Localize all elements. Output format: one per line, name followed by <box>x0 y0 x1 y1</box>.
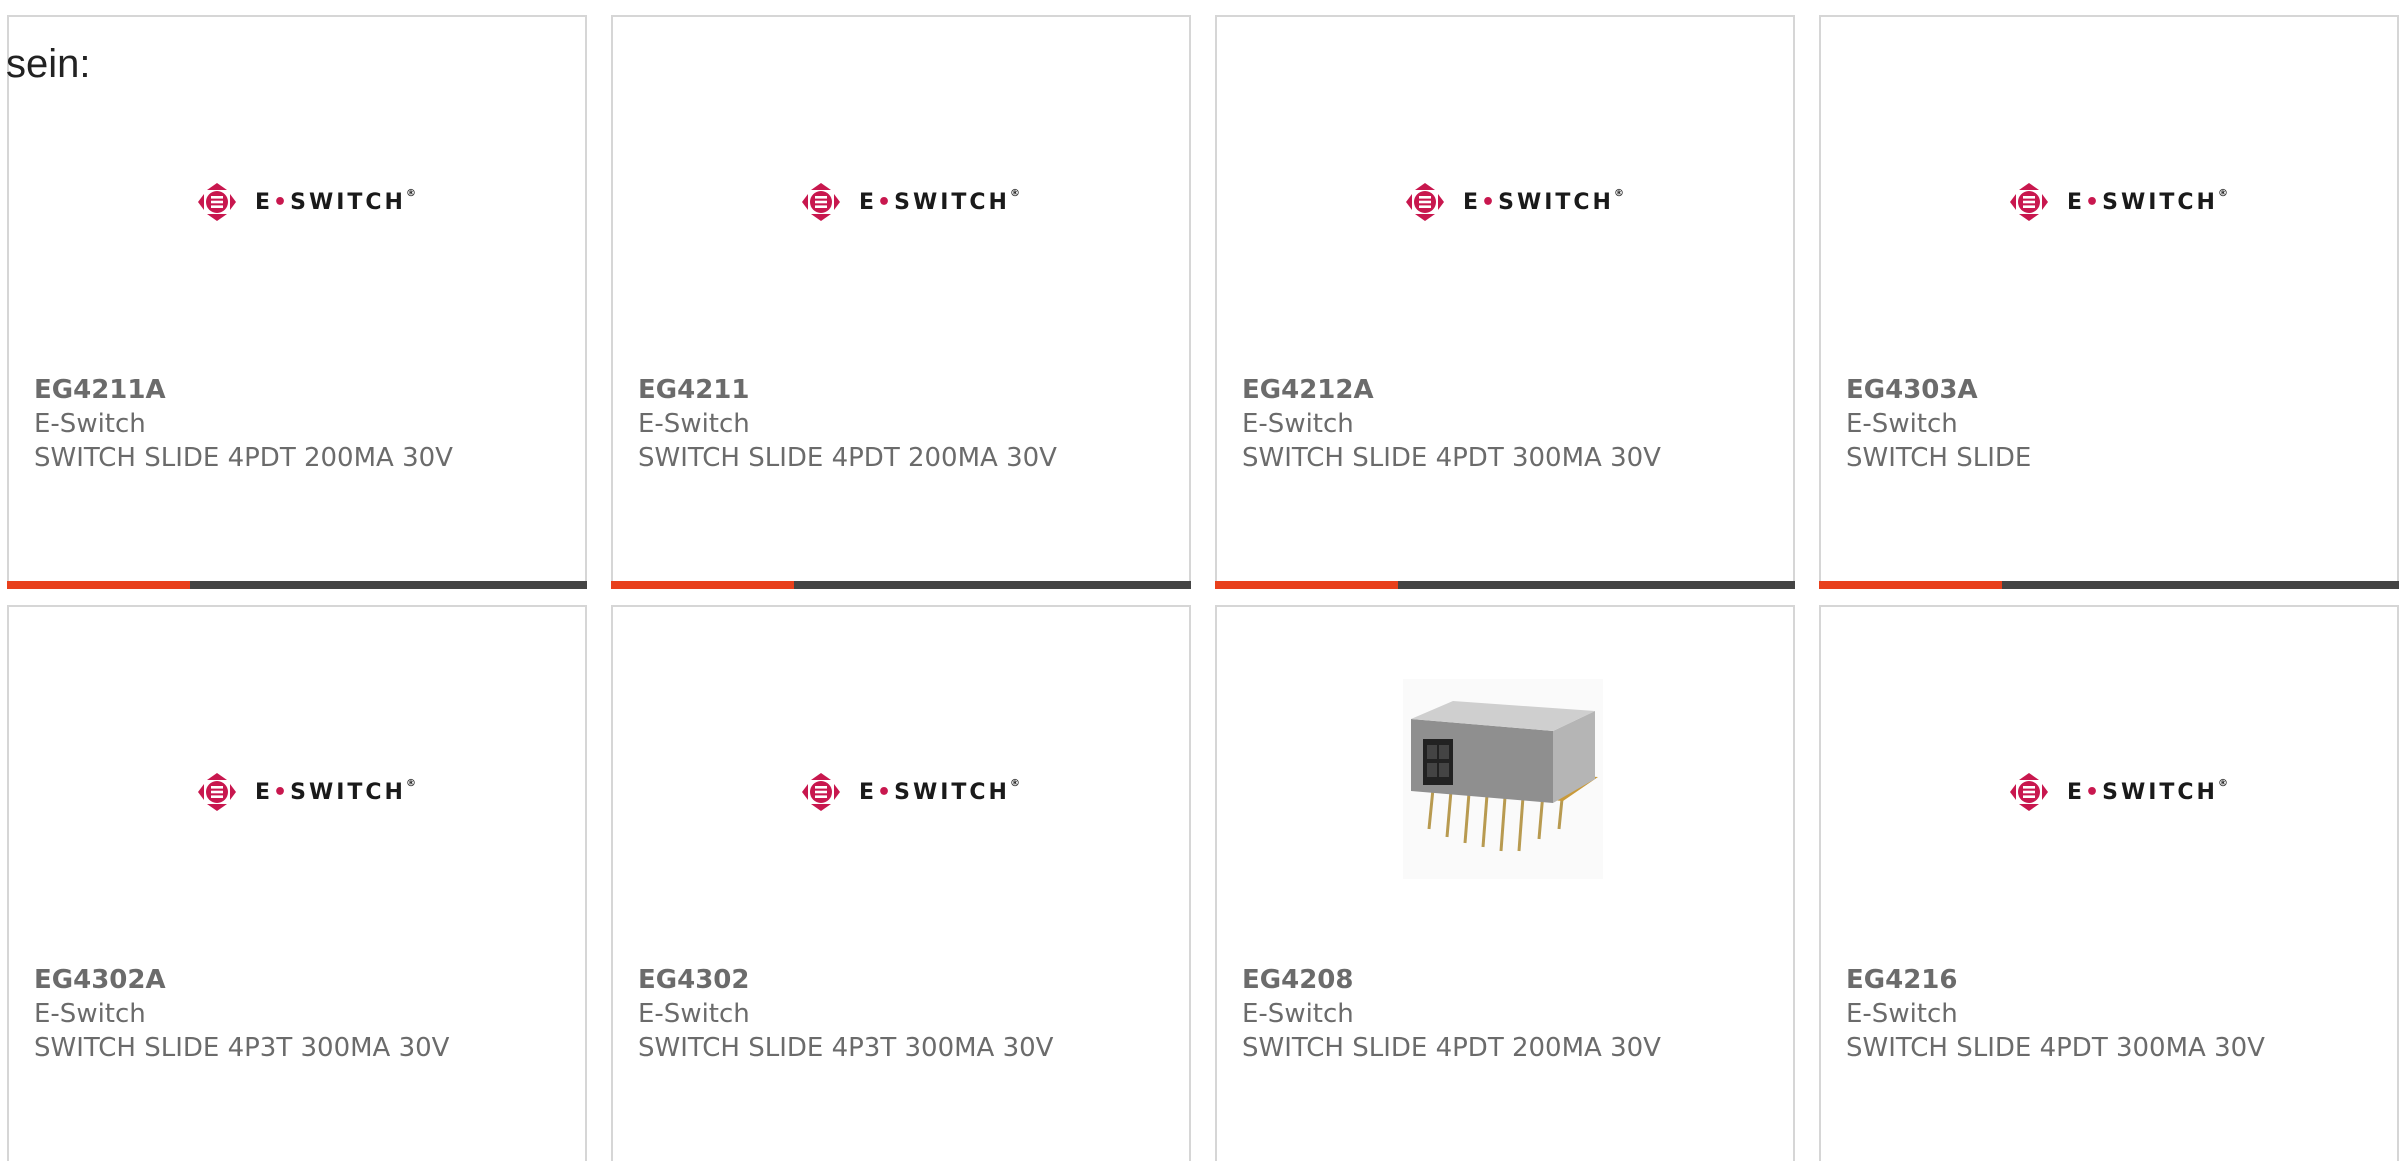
product-info: EG4211 E-Switch SWITCH SLIDE 4PDT 200MA 30… <box>638 373 1057 475</box>
product-card[interactable]: EG4208 E-Switch SWITCH SLIDE 4PDT 200MA 30… <box>1215 605 1795 1161</box>
product-description: SWITCH SLIDE 4P3T 300MA 30V <box>34 1033 450 1063</box>
e-switch-logo-wordmark: E•SWITCH® <box>255 187 416 215</box>
card-bar-accent <box>1215 581 1398 589</box>
manufacturer-name: E-Switch <box>638 999 750 1029</box>
product-info: EG4302A E-Switch SWITCH SLIDE 4P3T 300MA 3… <box>34 963 449 1065</box>
product-grid-page: sein: E•SWITCH® EG4211A E-Switch SWITCH SLI… <box>0 0 2400 1161</box>
part-number[interactable]: EG4302 <box>638 963 1053 997</box>
e-switch-logo-icon <box>1406 183 1444 221</box>
card-bottom-bar <box>611 581 1191 589</box>
product-card[interactable]: E•SWITCH® EG4211A E-Switch SWITCH SLIDE 4PD… <box>7 15 587 589</box>
slide-switch-photo <box>1403 679 1603 879</box>
card-bottom-bar <box>1819 581 2399 589</box>
manufacturer-name: E-Switch <box>1242 409 1354 439</box>
part-number[interactable]: EG4211A <box>34 373 453 407</box>
manufacturer-name: E-Switch <box>34 409 146 439</box>
part-number[interactable]: EG4302A <box>34 963 449 997</box>
product-card[interactable]: E•SWITCH® EG4216 E-Switch SWITCH SLIDE 4PDT… <box>1819 605 2399 1161</box>
e-switch-logo-wordmark: E•SWITCH® <box>255 777 416 805</box>
product-description: SWITCH SLIDE 4PDT 200MA 30V <box>1242 1033 1661 1063</box>
e-switch-logo-icon <box>198 183 236 221</box>
product-info: EG4208 E-Switch SWITCH SLIDE 4PDT 200MA 30… <box>1242 963 1661 1065</box>
e-switch-logo-wordmark: E•SWITCH® <box>1463 187 1624 215</box>
manufacturer-name: E-Switch <box>1242 999 1354 1029</box>
product-card[interactable]: E•SWITCH® EG4211 E-Switch SWITCH SLIDE 4PDT… <box>611 15 1191 589</box>
manufacturer-name: E-Switch <box>1846 999 1958 1029</box>
product-card[interactable]: E•SWITCH® EG4302A E-Switch SWITCH SLIDE 4P3… <box>7 605 587 1161</box>
product-description: SWITCH SLIDE 4PDT 300MA 30V <box>1846 1033 2265 1063</box>
e-switch-logo: E•SWITCH® <box>801 757 1020 827</box>
e-switch-logo: E•SWITCH® <box>1405 167 1624 237</box>
product-info: EG4302 E-Switch SWITCH SLIDE 4P3T 300MA 30… <box>638 963 1053 1065</box>
card-bottom-bar <box>1215 581 1795 589</box>
e-switch-logo: E•SWITCH® <box>197 167 416 237</box>
e-switch-logo: E•SWITCH® <box>2009 167 2228 237</box>
e-switch-logo-wordmark: E•SWITCH® <box>2067 187 2228 215</box>
card-bar-accent <box>7 581 190 589</box>
e-switch-logo-icon <box>198 773 236 811</box>
product-info: EG4303A E-Switch SWITCH SLIDE <box>1846 373 2031 475</box>
product-card[interactable]: E•SWITCH® EG4302 E-Switch SWITCH SLIDE 4P3T… <box>611 605 1191 1161</box>
product-description: SWITCH SLIDE <box>1846 443 2032 473</box>
card-bar-accent <box>611 581 794 589</box>
product-info: EG4211A E-Switch SWITCH SLIDE 4PDT 200MA 3… <box>34 373 453 475</box>
e-switch-logo: E•SWITCH® <box>2009 757 2228 827</box>
e-switch-logo-wordmark: E•SWITCH® <box>859 777 1020 805</box>
e-switch-logo-wordmark: E•SWITCH® <box>859 187 1020 215</box>
part-number[interactable]: EG4212A <box>1242 373 1661 407</box>
manufacturer-name: E-Switch <box>638 409 750 439</box>
part-number[interactable]: EG4208 <box>1242 963 1661 997</box>
part-number[interactable]: EG4211 <box>638 373 1057 407</box>
card-bar-accent <box>1819 581 2002 589</box>
product-description: SWITCH SLIDE 4PDT 200MA 30V <box>638 443 1057 473</box>
e-switch-logo: E•SWITCH® <box>197 757 416 827</box>
product-description: SWITCH SLIDE 4P3T 300MA 30V <box>638 1033 1054 1063</box>
e-switch-logo: E•SWITCH® <box>801 167 1020 237</box>
product-info: EG4216 E-Switch SWITCH SLIDE 4PDT 300MA 30… <box>1846 963 2265 1065</box>
manufacturer-name: E-Switch <box>1846 409 1958 439</box>
part-number[interactable]: EG4216 <box>1846 963 2265 997</box>
e-switch-logo-icon <box>2010 773 2048 811</box>
e-switch-logo-icon <box>802 183 840 221</box>
manufacturer-name: E-Switch <box>34 999 146 1029</box>
card-bottom-bar <box>7 581 587 589</box>
product-card[interactable]: E•SWITCH® EG4212A E-Switch SWITCH SLIDE 4PD… <box>1215 15 1795 589</box>
intro-text: sein: <box>6 42 91 86</box>
product-info: EG4212A E-Switch SWITCH SLIDE 4PDT 300MA 3… <box>1242 373 1661 475</box>
product-card[interactable]: E•SWITCH® EG4303A E-Switch SWITCH SLIDE <box>1819 15 2399 589</box>
product-description: SWITCH SLIDE 4PDT 200MA 30V <box>34 443 453 473</box>
e-switch-logo-icon <box>802 773 840 811</box>
e-switch-logo-icon <box>2010 183 2048 221</box>
e-switch-logo-wordmark: E•SWITCH® <box>2067 777 2228 805</box>
part-number[interactable]: EG4303A <box>1846 373 2031 407</box>
product-description: SWITCH SLIDE 4PDT 300MA 30V <box>1242 443 1661 473</box>
